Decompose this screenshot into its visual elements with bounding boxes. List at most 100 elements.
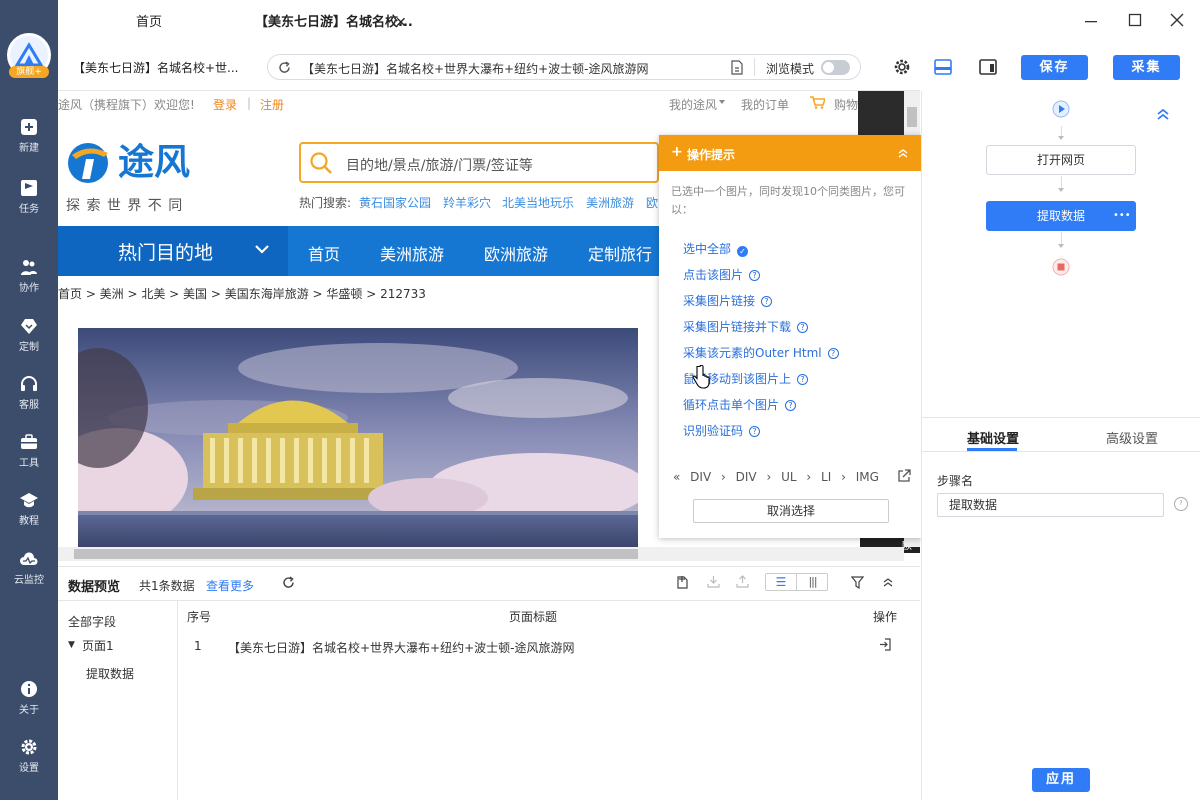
search-icon [310,152,332,174]
nav-custom[interactable]: 定制旅行 [588,241,652,265]
row-action-icon[interactable] [879,638,891,651]
flow-step-open-page[interactable]: 打开网页 [986,145,1136,175]
divider [177,601,178,800]
path-node[interactable]: DIV [736,470,757,484]
cancel-selection-button[interactable]: 取消选择 [693,499,889,523]
register-link[interactable]: 注册 [260,96,284,113]
help-icon[interactable]: ? [785,400,797,411]
hot-destinations-menu[interactable]: 热门目的地 [58,226,288,276]
table-row[interactable]: 1 【美东七日游】名城名校+世界大瀑布+纽约+波士顿-途风旅游网 [178,633,920,659]
help-icon[interactable]: ? [761,296,773,307]
option-label: 采集该元素的Outer Html [683,346,822,360]
tab-current[interactable]: 【美东七日游】名城名校... [255,0,413,46]
nav-home[interactable]: 首页 [308,241,340,265]
collect-button[interactable]: 采集 [1113,55,1180,80]
help-icon[interactable]: ? [749,426,761,437]
search-input[interactable]: 目的地/景点/旅游/门票/签证等 [346,155,533,175]
list-view-icon[interactable]: ☰ [766,574,797,590]
horizontal-scrollbar[interactable] [58,547,904,561]
caret-down-icon[interactable]: ▼ [68,640,75,650]
hot-search-item[interactable]: 黄石国家公园 [359,194,431,211]
column-view-icon[interactable]: ||| [797,574,828,590]
loop-click-option[interactable]: 循环点击单个图片? [683,396,797,413]
login-link[interactable]: 登录 [213,96,237,113]
cart-icon[interactable] [810,96,825,109]
flow-step-extract-data[interactable]: 提取数据 ••• [986,201,1136,231]
rail-support[interactable]: 客服 [0,375,58,427]
captcha-option[interactable]: 识别验证码? [683,422,761,439]
help-icon[interactable]: ? [797,322,809,333]
save-button[interactable]: 保存 [1021,55,1088,80]
settings-gear-icon[interactable] [893,58,911,76]
import-icon[interactable] [707,575,720,588]
play-icon[interactable] [1052,100,1070,118]
filter-icon[interactable] [851,576,864,589]
my-tuffeng-link[interactable]: 我的途风 [669,96,717,113]
flow-line [1061,176,1062,188]
view-more-link[interactable]: 查看更多 [206,577,254,594]
collect-outer-html-option[interactable]: 采集该元素的Outer Html? [683,344,839,361]
path-node[interactable]: DIV [690,470,711,484]
select-all-option[interactable]: 选中全部 ✓ [683,240,749,257]
help-icon[interactable]: ? [797,374,809,385]
rail-cloud[interactable]: 云监控 [0,550,58,602]
path-node[interactable]: LI [821,470,831,484]
apply-button[interactable]: 应用 [1032,768,1090,792]
rail-about[interactable]: 关于 [0,680,58,732]
hot-search-item[interactable]: 北美当地玩乐 [502,194,574,211]
collapse-icon[interactable] [882,577,894,587]
collapse-up-icon[interactable] [1155,107,1171,121]
collect-image-link-option[interactable]: 采集图片链接? [683,292,773,309]
refresh-icon[interactable] [278,61,291,74]
hot-search-item[interactable]: 美洲旅游 [586,194,634,211]
rail-tutorial[interactable]: 教程 [0,491,58,543]
refresh-icon[interactable] [282,576,295,589]
browse-mode-toggle[interactable] [821,60,850,75]
tab-basic-settings[interactable]: 基础设置 [967,428,1019,447]
my-orders-link[interactable]: 我的订单 [741,96,789,113]
collapse-chevron-icon[interactable] [897,148,909,158]
hot-search-item[interactable]: 欧 [646,194,658,211]
rail-new[interactable]: 新建 [0,118,58,170]
stop-icon[interactable] [1052,258,1070,276]
help-icon[interactable]: ? [1174,497,1188,511]
path-back-icon[interactable]: « [673,470,680,484]
step-name-input[interactable]: 提取数据 [937,493,1164,517]
export-icon[interactable] [736,575,749,588]
help-icon[interactable]: ? [827,348,839,359]
click-image-option[interactable]: 点击该图片? [683,266,761,283]
external-open-icon[interactable] [897,469,911,483]
tab-home[interactable]: 首页 [136,0,162,46]
rail-tools[interactable]: 工具 [0,433,58,485]
add-field-icon[interactable] [676,575,689,589]
nav-americas[interactable]: 美洲旅游 [380,241,444,265]
more-options-icon[interactable]: ••• [1113,202,1131,230]
app-window: 旗舰+ 新建 任务 协作 定制 客服 工具 教程 云监控 关于 设置 首页 【美… [0,0,1200,800]
collect-link-download-option[interactable]: 采集图片链接并下载? [683,318,809,335]
site-search-box[interactable]: 目的地/景点/旅游/门票/签证等 [299,142,659,183]
nav-europe[interactable]: 欧洲旅游 [484,241,548,265]
task-flag-icon [21,180,37,196]
rail-settings[interactable]: 设置 [0,738,58,790]
path-node[interactable]: IMG [856,470,879,484]
help-icon[interactable]: ? [749,270,761,281]
url-text[interactable]: 【美东七日游】名城名校+世界大瀑布+纽约+波士顿-途风旅游网 [302,60,649,77]
layout-bottom-panel-icon[interactable] [934,59,952,75]
path-node[interactable]: UL [781,470,796,484]
tab-advanced-settings[interactable]: 高级设置 [1106,428,1158,447]
field-node[interactable]: 提取数据 [86,665,134,682]
page-doc-icon[interactable] [730,60,744,75]
maximize-icon[interactable] [1122,10,1148,32]
minimize-icon[interactable] [1078,10,1104,32]
rail-custom[interactable]: 定制 [0,317,58,369]
hot-search-item[interactable]: 羚羊彩穴 [443,194,491,211]
rail-task[interactable]: 任务 [0,179,58,231]
tour-photo[interactable] [78,328,638,548]
layout-side-panel-icon[interactable] [979,59,997,75]
address-bar[interactable]: 【美东七日游】名城名校+世界大瀑布+纽约+波士顿-途风旅游网 浏览模式 [267,54,861,80]
rail-collab[interactable]: 协作 [0,258,58,310]
tab-close-icon[interactable]: ✕ [395,0,407,46]
cart-link[interactable]: 购物 [834,96,858,113]
close-icon[interactable] [1164,10,1190,32]
page-node[interactable]: 页面1 [82,637,114,654]
